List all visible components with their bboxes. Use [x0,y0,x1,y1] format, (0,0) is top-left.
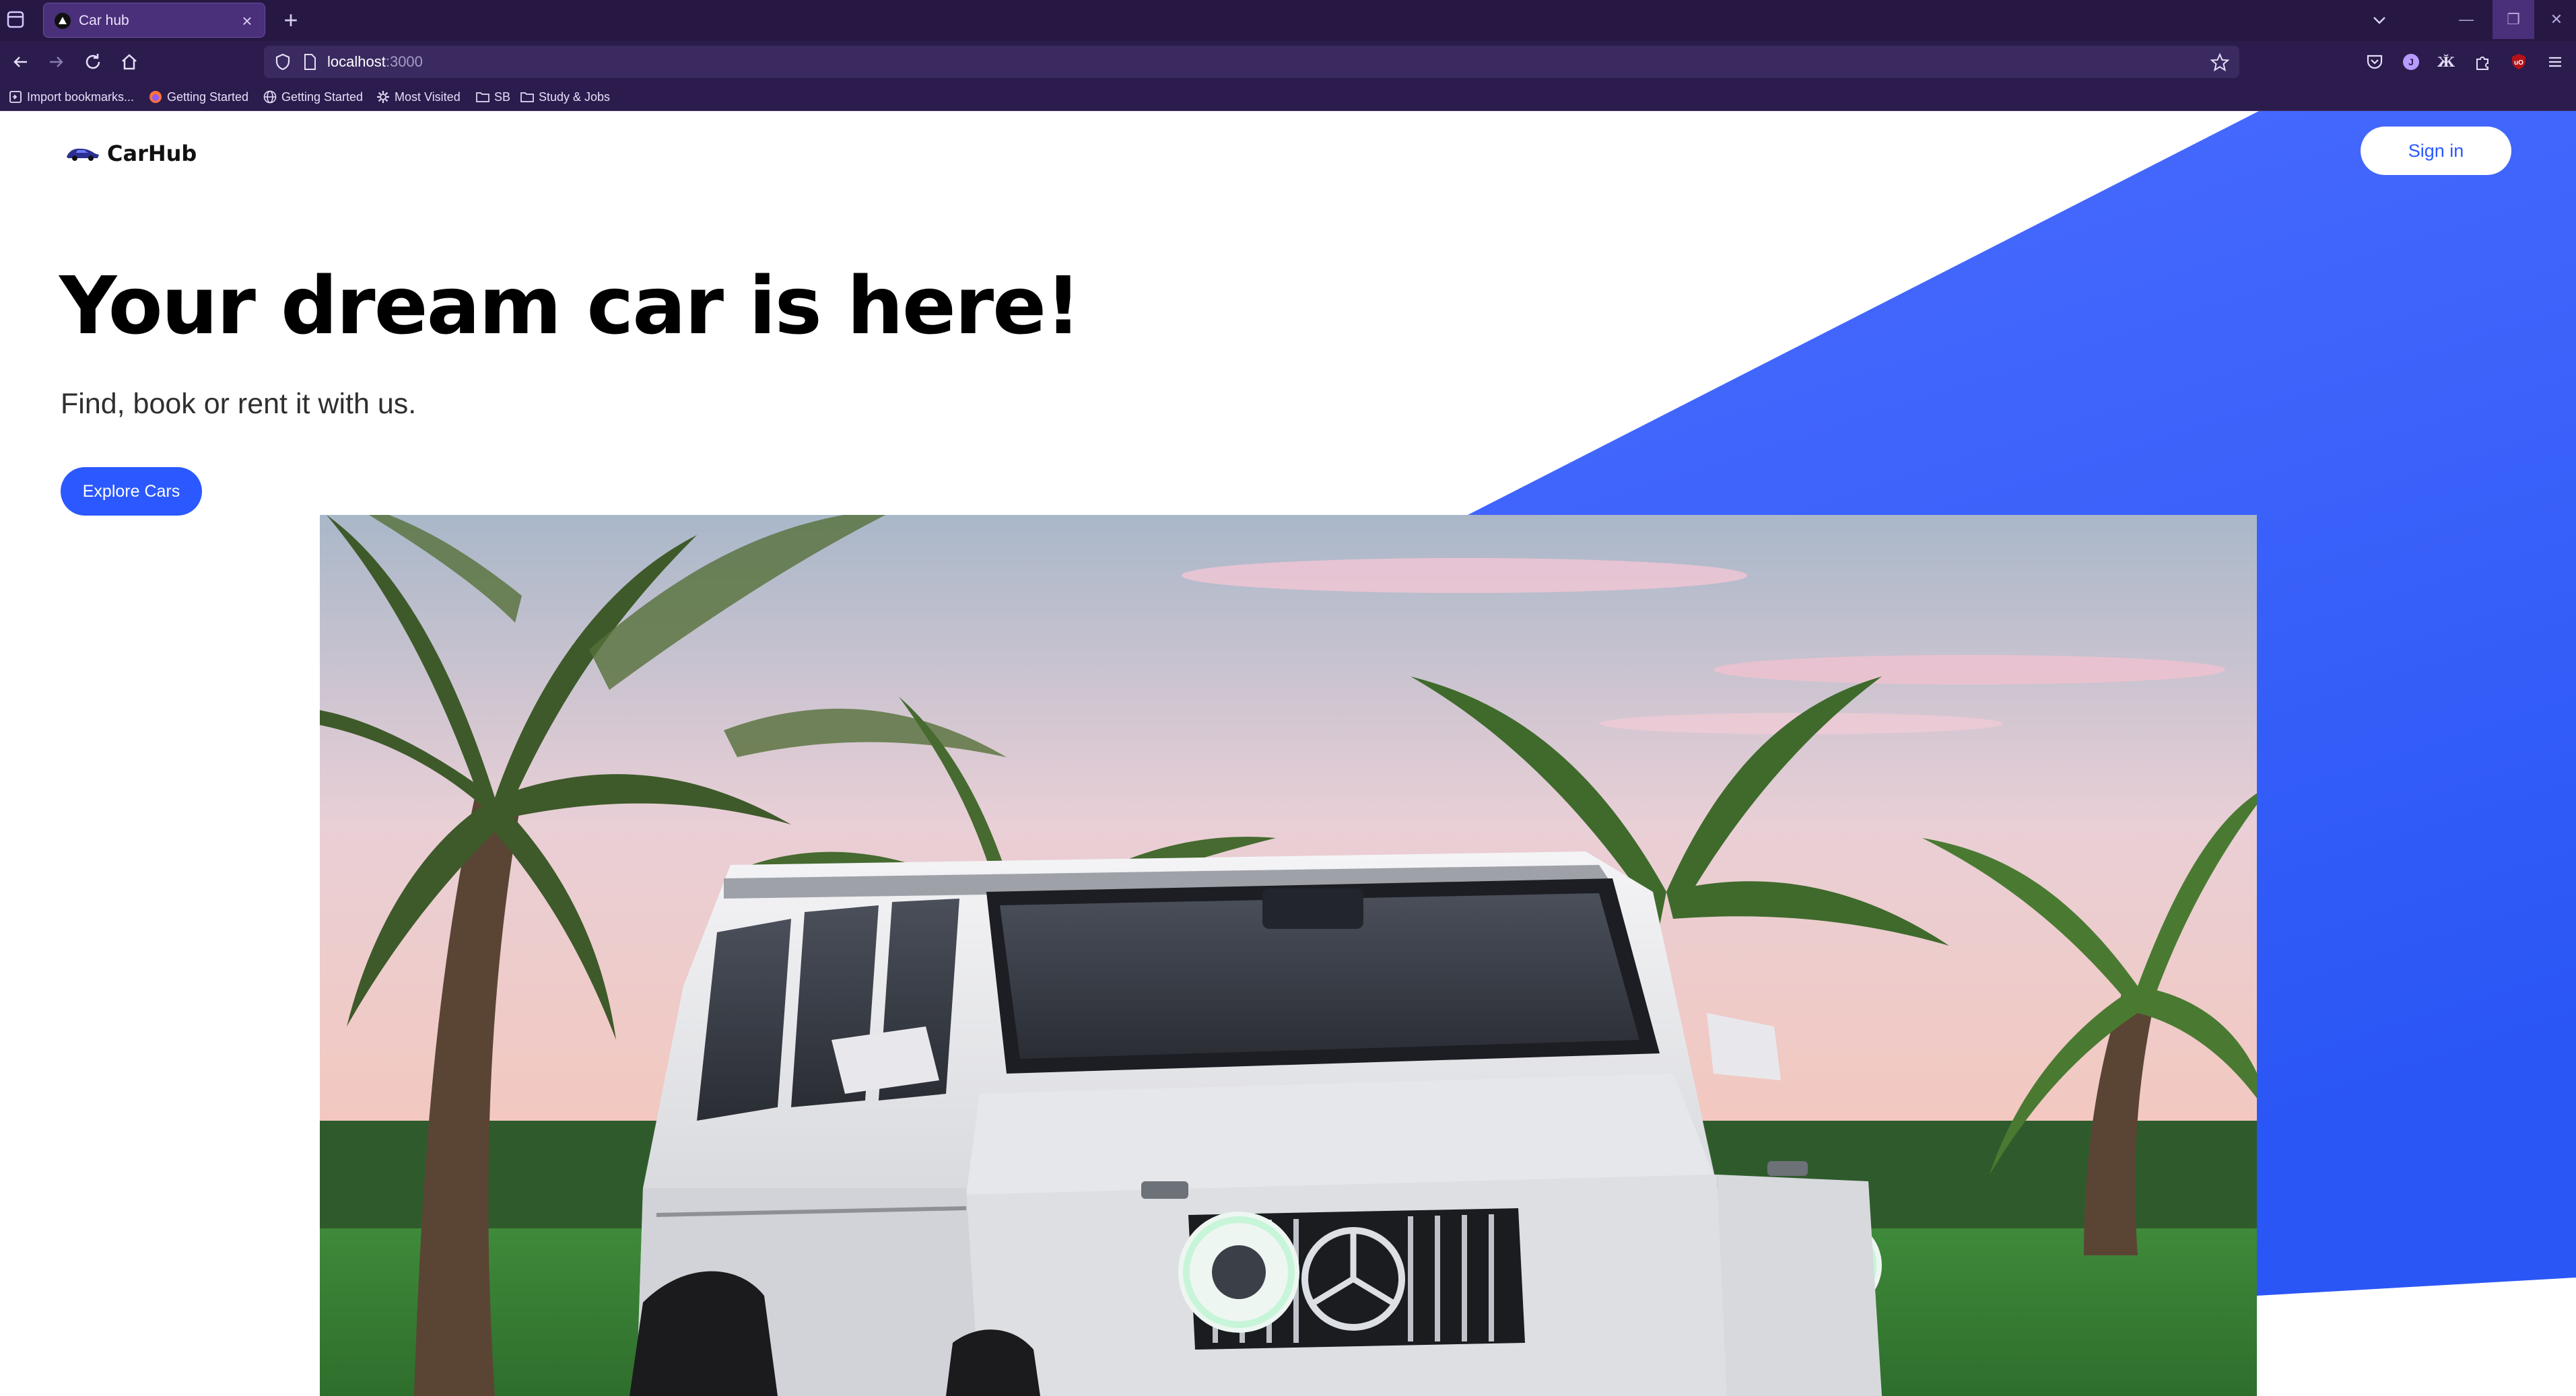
bookmark-label: Getting Started [281,90,364,104]
svg-text:Ӂ: Ӂ [2437,54,2455,70]
back-arrow-icon[interactable] [7,48,34,75]
window-minimize-icon[interactable]: — [2445,0,2487,39]
address-bar[interactable]: localhost:3000 [264,46,2239,78]
tab-list-chevron-icon[interactable] [2367,8,2392,32]
triangle-favicon-icon [55,13,71,29]
bookmark-star-icon[interactable] [2210,53,2230,73]
bookmark-most-visited[interactable]: Most Visited [376,88,461,106]
hero-car-image [320,515,2257,1396]
browser-tab-bar: Car hub × + — ❐ ✕ [0,0,2576,41]
account-avatar-icon[interactable]: J [2400,51,2422,73]
globe-icon [263,90,277,104]
pocket-icon[interactable] [2364,51,2385,73]
firefox-icon [149,91,162,103]
bookmark-label: Import bookmarks... [27,90,135,104]
sign-in-button[interactable]: Sign in [2361,127,2511,175]
url-host: localhost [327,53,386,70]
bookmark-getting-started-firefox[interactable]: Getting Started [148,88,248,106]
bookmark-label: Study & Jobs [539,90,611,104]
window-restore-icon[interactable]: ❐ [2493,0,2534,39]
extensions-puzzle-icon[interactable] [2472,51,2493,73]
tab-title: Car hub [79,13,129,28]
hero-subtitle: Find, book or rent it with us. [61,388,417,420]
browser-tab-active[interactable]: Car hub × [43,3,265,38]
car-logo-icon [67,148,99,161]
tab-close-icon[interactable]: × [238,11,257,30]
explore-cars-button[interactable]: Explore Cars [61,467,202,516]
tab-tray-icon[interactable] [4,9,30,31]
gear-icon [377,91,389,103]
folder-icon [476,92,489,102]
svg-text:uO: uO [2514,59,2523,67]
home-icon[interactable] [116,48,143,75]
import-icon [9,91,22,103]
bookmark-label: SB [494,90,511,104]
url-text[interactable]: localhost:3000 [327,54,423,70]
folder-icon [520,92,534,102]
bookmark-folder-study-jobs[interactable]: Study & Jobs [520,88,610,106]
bookmark-label: Getting Started [167,90,249,104]
reload-icon[interactable] [79,48,106,75]
page-viewport: CarHub Sign in Your dream car is here! F… [0,111,2576,1396]
bookmark-import[interactable]: Import bookmarks... [8,88,134,106]
page-info-icon[interactable] [302,53,318,71]
translate-extension-icon[interactable]: Ӂ [2435,51,2457,73]
hamburger-menu-icon[interactable] [2544,51,2566,73]
tracking-shield-icon[interactable] [273,53,292,71]
browser-nav-bar: localhost:3000 J Ӂ uO [0,41,2576,83]
bookmark-folder-sb[interactable]: SB [475,88,510,106]
hero-title: Your dream car is here! [59,259,1081,352]
svg-text:J: J [2408,57,2414,67]
new-tab-plus-icon[interactable]: + [277,7,304,34]
bookmark-label: Most Visited [395,90,461,104]
logo-text: CarHub [107,141,197,166]
ublock-shield-icon[interactable]: uO [2508,51,2530,73]
window-close-icon[interactable]: ✕ [2536,0,2576,39]
carhub-logo[interactable]: CarHub [65,137,197,170]
url-port: :3000 [385,53,423,70]
bookmarks-toolbar: Import bookmarks... Getting Started Gett… [0,83,2576,111]
bookmark-getting-started-globe[interactable]: Getting Started [263,88,363,106]
forward-arrow-icon[interactable] [43,48,70,75]
